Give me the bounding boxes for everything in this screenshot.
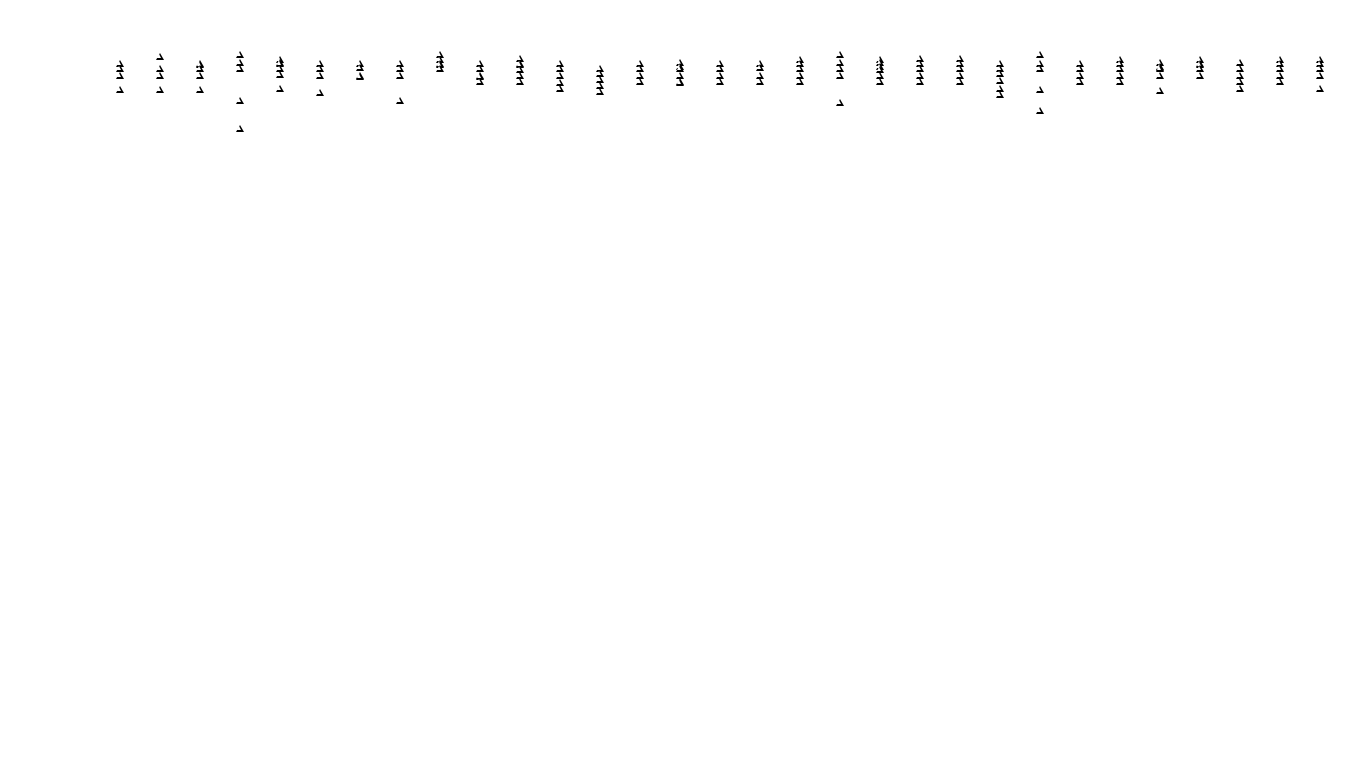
triangle-marker <box>316 72 324 79</box>
triangle-marker <box>116 65 124 72</box>
triangle-marker <box>116 72 124 79</box>
triangle-marker <box>1076 65 1084 72</box>
triangle-marker <box>516 78 524 85</box>
triangle-marker <box>836 72 844 79</box>
triangle-marker <box>796 65 804 72</box>
triangle-marker <box>356 73 364 80</box>
triangle-marker <box>836 65 844 72</box>
triangle-marker <box>1116 78 1124 85</box>
triangle-marker <box>316 89 324 96</box>
triangle-marker <box>476 78 484 85</box>
triangle-marker <box>636 65 644 72</box>
triangle-marker <box>1236 78 1244 85</box>
triangle-marker <box>396 97 404 104</box>
triangle-marker <box>756 78 764 85</box>
triangle-marker <box>676 65 684 72</box>
triangle-marker <box>236 125 244 132</box>
triangle-marker <box>396 72 404 79</box>
triangle-marker <box>276 71 284 78</box>
triangle-marker <box>1236 85 1244 92</box>
triangle-marker <box>156 65 164 72</box>
triangle-marker <box>956 65 964 72</box>
triangle-marker <box>1036 86 1044 93</box>
triangle-marker <box>356 64 364 71</box>
triangle-marker <box>1036 65 1044 72</box>
triangle-marker <box>916 65 924 72</box>
triangle-marker <box>1196 72 1204 79</box>
triangle-marker <box>556 65 564 72</box>
triangle-marker <box>1156 87 1164 94</box>
triangle-marker <box>436 65 444 72</box>
triangle-marker <box>1316 85 1324 92</box>
triangle-marker <box>1156 72 1164 79</box>
triangle-marker <box>156 53 164 60</box>
triangle-marker <box>756 64 764 71</box>
scatter-plot <box>0 0 1360 768</box>
triangle-marker <box>236 51 244 58</box>
triangle-marker <box>236 65 244 72</box>
triangle-marker <box>156 86 164 93</box>
triangle-marker <box>196 65 204 72</box>
triangle-marker <box>916 78 924 85</box>
triangle-marker <box>876 78 884 85</box>
triangle-marker <box>1196 65 1204 72</box>
triangle-marker <box>476 65 484 72</box>
triangle-marker <box>1276 78 1284 85</box>
triangle-marker <box>116 86 124 93</box>
triangle-marker <box>996 91 1004 98</box>
triangle-marker <box>276 85 284 92</box>
triangle-marker <box>316 65 324 72</box>
triangle-marker <box>396 65 404 72</box>
triangle-marker <box>1316 65 1324 72</box>
triangle-marker <box>1156 65 1164 72</box>
triangle-marker <box>556 72 564 79</box>
triangle-marker <box>996 77 1004 84</box>
triangle-marker <box>1036 107 1044 114</box>
triangle-marker <box>196 86 204 93</box>
triangle-marker <box>1316 72 1324 79</box>
triangle-marker <box>836 51 844 58</box>
triangle-marker <box>156 72 164 79</box>
triangle-marker <box>596 88 604 95</box>
triangle-marker <box>796 78 804 85</box>
triangle-marker <box>636 78 644 85</box>
triangle-marker <box>1116 65 1124 72</box>
triangle-marker <box>716 65 724 72</box>
triangle-marker <box>676 79 684 86</box>
triangle-marker <box>1076 78 1084 85</box>
triangle-marker <box>1276 65 1284 72</box>
triangle-marker <box>996 70 1004 77</box>
triangle-marker <box>836 99 844 106</box>
triangle-marker <box>1036 51 1044 58</box>
triangle-marker <box>1236 65 1244 72</box>
triangle-marker <box>236 97 244 104</box>
triangle-marker <box>716 78 724 85</box>
triangle-marker <box>956 78 964 85</box>
triangle-marker <box>556 85 564 92</box>
triangle-marker <box>196 72 204 79</box>
